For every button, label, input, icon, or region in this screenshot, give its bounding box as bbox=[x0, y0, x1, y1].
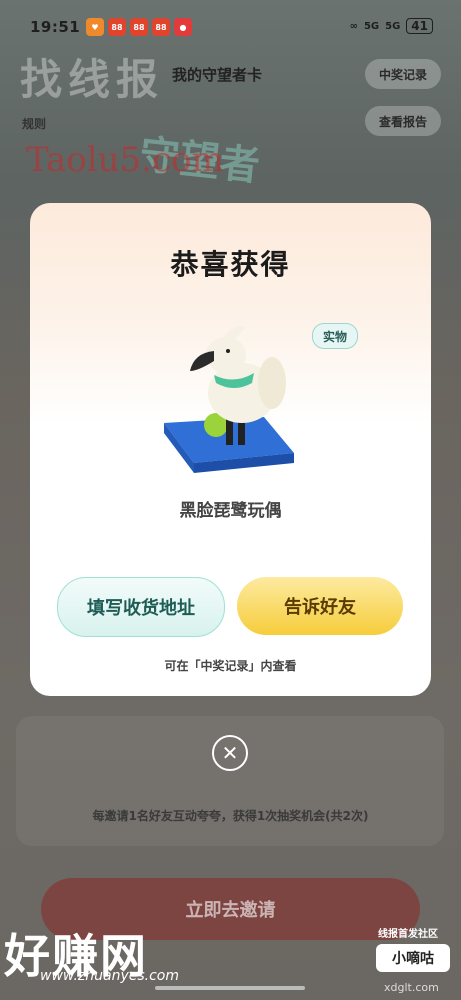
link-icon: ∞ bbox=[349, 20, 358, 32]
close-icon: ✕ bbox=[221, 741, 239, 765]
physical-prize-tag: 实物 bbox=[312, 323, 358, 349]
watermark-mid: Taolu5.com bbox=[26, 140, 224, 180]
signal-icon: 5G bbox=[363, 20, 380, 32]
prize-name: 黑脸琵鹭玩偶 bbox=[179, 501, 282, 521]
app-88-icon: 88 bbox=[108, 18, 126, 36]
close-modal-button[interactable]: ✕ bbox=[212, 735, 248, 771]
watermark-top: 找线报 bbox=[20, 55, 165, 104]
spoonbill-toy-image bbox=[164, 326, 294, 473]
modal-title: 恭喜获得 bbox=[170, 248, 291, 281]
signal-icon: 5G bbox=[385, 20, 401, 32]
status-bar: 19:51 ♥ 88 88 88 ● ∞ 5G 5G 41 bbox=[0, 0, 461, 52]
watermark-domain: xdglt.com bbox=[384, 981, 439, 994]
community-badge: 小嘀咕 bbox=[376, 944, 450, 972]
view-report-button[interactable]: 查看报告 bbox=[365, 106, 441, 136]
invite-description: 每邀请1名好友互动夸夸，获得1次抽奖机会(共2次) bbox=[92, 809, 369, 823]
app-88-icon: 88 bbox=[130, 18, 148, 36]
tell-friends-button[interactable]: 告诉好友 bbox=[237, 577, 403, 635]
page-title: 我的守望者卡 bbox=[172, 66, 263, 84]
modal-hint: 可在「中奖记录」内查看 bbox=[164, 659, 297, 673]
prize-modal: 恭喜获得 实物 黑脸琵鹭玩偶 填写收货地址 告诉好友 可在「中奖记录」内查看 bbox=[30, 203, 431, 696]
app-88-icon: 88 bbox=[152, 18, 170, 36]
battery-icon: 41 bbox=[406, 18, 433, 34]
home-indicator[interactable] bbox=[155, 986, 305, 990]
heart-app-icon: ♥ bbox=[86, 18, 104, 36]
rules-button[interactable]: 规则 bbox=[22, 115, 46, 132]
status-time: 19:51 bbox=[30, 18, 81, 36]
notification-icons: ♥ 88 88 88 ● bbox=[86, 18, 192, 36]
community-label: 线报首发社区 bbox=[378, 929, 438, 940]
watermark-url: www.zhuanyes.com bbox=[40, 968, 179, 984]
red-app-icon: ● bbox=[174, 18, 192, 36]
prize-record-button[interactable]: 中奖记录 bbox=[365, 59, 441, 89]
fill-address-button[interactable]: 填写收货地址 bbox=[57, 577, 225, 637]
system-icons: ∞ 5G 5G 41 bbox=[350, 18, 433, 34]
